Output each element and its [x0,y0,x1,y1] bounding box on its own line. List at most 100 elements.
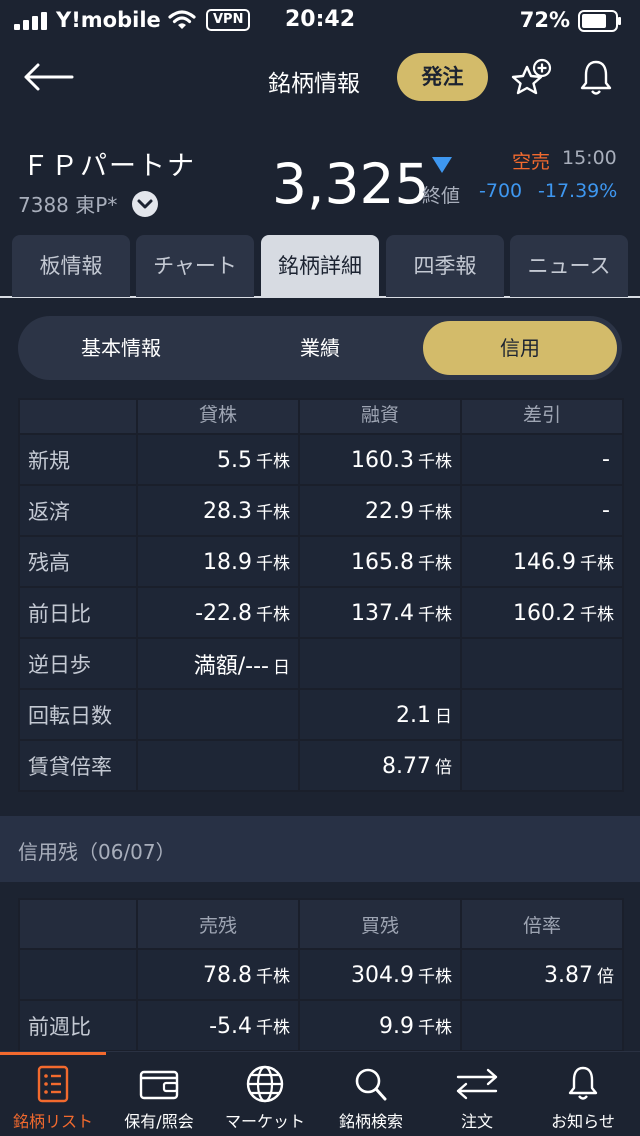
table-cell [298,637,462,690]
table-cell: 137.4 千株 [298,586,462,639]
table-cell: 3.87 倍 [460,948,624,1001]
row-label [18,948,138,1001]
list-icon [37,1065,69,1103]
stock-code-market: 7388 東P* [18,189,117,218]
segment-performance[interactable]: 業績 [222,321,418,375]
bottom-tab-label: 銘柄検索 [338,1112,403,1131]
table-header: 貸株 融資 差引 [18,398,624,435]
search-icon [355,1068,387,1101]
tab-chart[interactable]: チャート [136,235,254,297]
table-cell: - [460,433,624,486]
table-cell [460,688,624,741]
table-cell: 28.3 千株 [136,484,300,537]
detail-tabs: 板情報 チャート 銘柄詳細 四季報 ニュース [0,234,640,298]
table-row: 回転日数 2.1 日 [18,688,624,741]
notification-bell-icon[interactable] [579,58,613,98]
row-label: 前週比 [18,999,138,1052]
wallet-icon [139,1070,179,1100]
table-row: 前日比 -22.8 千株 137.4 千株 160.2 千株 [18,586,624,639]
column-header-lending: 貸株 [136,398,300,435]
tab-news[interactable]: ニュース [510,235,628,297]
bottom-tab-label: 保有/照会 [124,1112,194,1131]
tab-stock-detail[interactable]: 銘柄詳細 [261,235,379,297]
bottom-tab-stock-list[interactable]: 銘柄リスト [0,1052,106,1136]
tab-board[interactable]: 板情報 [12,235,130,297]
section-title: 信用残（06/07） [18,840,176,864]
price-time: 15:00 [562,147,617,169]
table-cell [460,999,624,1052]
segment-basic-info[interactable]: 基本情報 [23,321,219,375]
back-arrow-icon[interactable] [22,62,74,92]
row-label: 新規 [18,433,138,486]
bottom-tab-notifications[interactable]: お知らせ [530,1052,636,1136]
bell-icon [568,1066,598,1100]
table-cell: 9.9 千株 [298,999,462,1052]
table-cell: 78.8 千株 [136,948,300,1001]
stock-market: 東P* [75,193,118,217]
table-row: 返済 28.3 千株 22.9 千株 - [18,484,624,537]
row-label: 回転日数 [18,688,138,741]
row-label: 前日比 [18,586,138,639]
table-cell: 165.8 千株 [298,535,462,588]
bottom-tab-holdings[interactable]: 保有/照会 [106,1052,212,1136]
table-cell: 160.2 千株 [460,586,624,639]
table-cell: -22.8 千株 [136,586,300,639]
table-cell: 2.1 日 [298,688,462,741]
stock-code: 7388 [18,193,69,217]
chevron-down-icon [137,199,153,209]
tab-quarterly-report[interactable]: 四季報 [386,235,504,297]
status-bar: Y!mobile VPN 20:42 72% [0,0,640,40]
table-cell: 8.77 倍 [298,739,462,792]
table-cell: 22.9 千株 [298,484,462,537]
column-header [18,898,138,950]
stock-header: ＦＰパートナ 7388 東P* 3,325 終値 空売 15:00 -700 -… [0,116,640,234]
row-label: 残高 [18,535,138,588]
page-title: 銘柄情報 [268,71,360,97]
margin-type-badge: 空売 [512,151,551,173]
table-cell: 5.5 千株 [136,433,300,486]
table-cell: 304.9 千株 [298,948,462,1001]
price-label: 終値 [422,185,461,207]
table-row: 新規 5.5 千株 160.3 千株 - [18,433,624,486]
table-row: 逆日歩 満額/--- 日 [18,637,624,690]
table-cell [460,637,624,690]
bottom-tab-stock-search[interactable]: 銘柄検索 [318,1052,424,1136]
margin-table: 貸株 融資 差引 新規 5.5 千株 160.3 千株 - 返済 28.3 千株 22… [18,398,624,792]
stock-price: 3,325 [272,152,430,216]
credit-balance-table: 売残 買残 倍率 78.8 千株 304.9 千株 3.87 倍 前週比 -5.4 千株… [18,898,624,1052]
table-row: 78.8 千株 304.9 千株 3.87 倍 [18,948,624,1001]
segment-control: 基本情報 業績 信用 [18,316,622,380]
bottom-tab-bar: 銘柄リスト 保有/照会 マーケット 銘柄検索 注文 お知らせ [0,1051,640,1136]
segment-margin[interactable]: 信用 [423,321,617,375]
down-arrow-icon [432,157,452,173]
column-header-long-balance: 買残 [298,898,462,950]
column-header [18,398,138,435]
bottom-tab-label: マーケット [224,1112,305,1131]
table-header: 売残 買残 倍率 [18,898,624,950]
swap-icon [456,1068,498,1100]
table-row: 賃貸倍率 8.77 倍 [18,739,624,792]
column-header-short-balance: 売残 [136,898,300,950]
table-cell [136,688,300,741]
nav-bar: 銘柄情報 発注 [0,40,640,116]
price-change-percent: -17.39% [538,180,618,202]
table-cell [460,739,624,792]
table-cell: -5.4 千株 [136,999,300,1052]
row-label: 賃貸倍率 [18,739,138,792]
row-label: 返済 [18,484,138,537]
bottom-tab-order[interactable]: 注文 [424,1052,530,1136]
bottom-tab-label: 銘柄リスト [12,1112,93,1131]
row-label: 逆日歩 [18,637,138,690]
order-button[interactable]: 発注 [397,53,488,101]
bottom-tab-market[interactable]: マーケット [212,1052,318,1136]
add-favorite-icon[interactable] [511,58,553,98]
table-cell: 18.9 千株 [136,535,300,588]
market-select-button[interactable] [132,191,158,217]
credit-balance-section-header: 信用残（06/07） [0,816,640,882]
column-header-difference: 差引 [460,398,624,435]
table-row: 前週比 -5.4 千株 9.9 千株 [18,999,624,1052]
battery-icon [578,10,621,32]
table-cell [136,739,300,792]
table-cell: 160.3 千株 [298,433,462,486]
column-header-ratio: 倍率 [460,898,624,950]
